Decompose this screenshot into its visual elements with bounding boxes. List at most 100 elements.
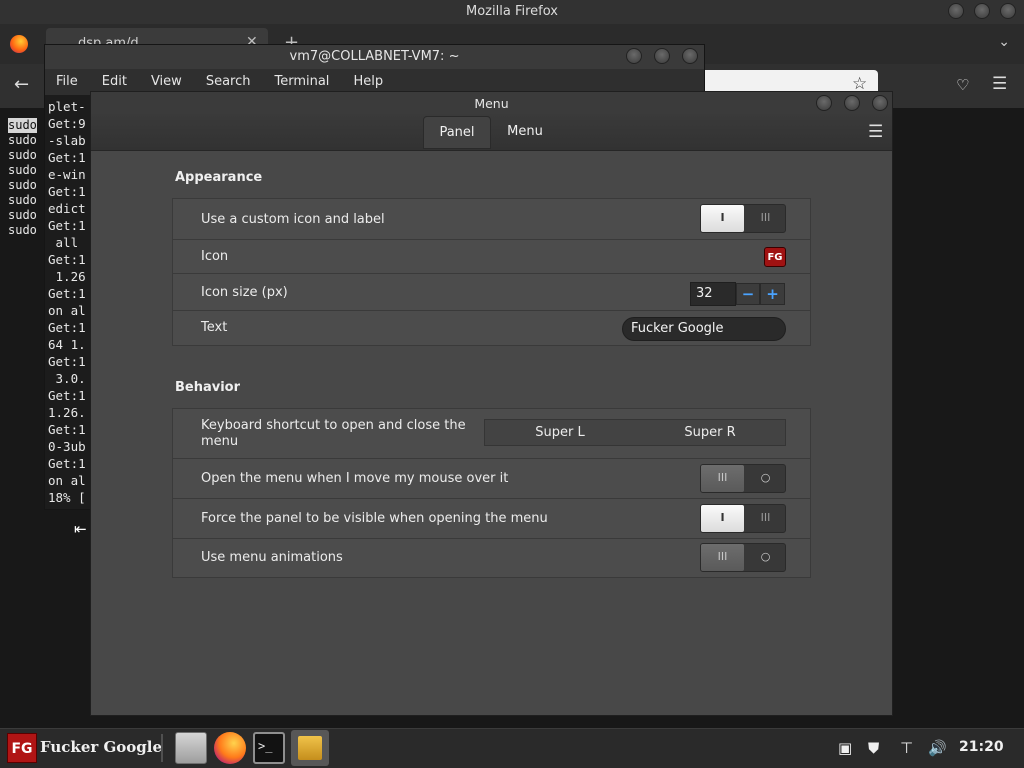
page-text-line: sudo [8, 163, 37, 177]
force-panel-switch[interactable]: I III [700, 504, 786, 533]
tab-panel[interactable]: Panel [423, 116, 491, 149]
terminal-window-controls [626, 48, 698, 64]
hamburger-menu-icon[interactable]: ☰ [868, 122, 883, 142]
app-menu-label[interactable]: Fucker Google [40, 738, 162, 756]
custom-icon-label: Use a custom icon and label [201, 212, 385, 227]
menu-close-button[interactable] [872, 95, 888, 111]
animations-label: Use menu animations [201, 550, 343, 565]
switch-lines-mark: III [717, 471, 728, 484]
menu-minimize-button[interactable] [816, 95, 832, 111]
icon-size-row: Icon size (px) 32 − + [173, 274, 810, 311]
terminal-menu-search[interactable]: Search [206, 74, 251, 89]
icon-size-increase-button[interactable]: + [760, 283, 785, 305]
menu-settings-window-controls [816, 95, 888, 111]
file-cabinet-icon[interactable] [175, 732, 207, 764]
page-text-line: sudo [8, 208, 37, 222]
animations-row: Use menu animations III ○ [173, 539, 810, 577]
terminal-line: Get:1 [48, 422, 86, 437]
text-row: Text Fucker Google [173, 311, 810, 345]
terminal-line: on al [48, 303, 86, 318]
settings-editor-icon [298, 736, 322, 760]
menu-settings-title: Menu [474, 96, 509, 111]
terminal-line: 0-3ub [48, 439, 86, 454]
terminal-line: -slab [48, 133, 86, 148]
terminal-line: 1.26 [48, 269, 86, 284]
hover-row: Open the menu when I move my mouse over … [173, 459, 810, 499]
icon-chooser-button[interactable]: FG [764, 247, 786, 267]
clipboard-icon[interactable]: ▣ [838, 739, 852, 757]
tab-menu[interactable]: Menu [492, 116, 558, 149]
clock[interactable]: 21:20 [959, 739, 1004, 755]
page-text-line: sudo [8, 118, 37, 133]
minimize-button[interactable] [948, 3, 964, 19]
tab-list-chevron-icon[interactable]: ⌄ [998, 34, 1010, 50]
firefox-page-text: sudo sudo sudo sudo sudo sudo sudo sudo [8, 118, 37, 238]
switch-circle-mark: ○ [760, 471, 771, 484]
firefox-logo-icon [10, 35, 28, 53]
text-input[interactable]: Fucker Google [622, 317, 786, 341]
switch-on-mark: I [720, 511, 725, 524]
terminal-menu-view[interactable]: View [151, 74, 182, 89]
shortcut-label: Keyboard shortcut to open and close the … [201, 418, 466, 449]
back-arrow-icon[interactable]: ← [14, 74, 29, 95]
terminal-line: 64 1. [48, 337, 86, 352]
menu-maximize-button[interactable] [844, 95, 860, 111]
custom-icon-row: Use a custom icon and label I III [173, 199, 810, 240]
force-panel-row: Force the panel to be visible when openi… [173, 499, 810, 539]
pocket-icon[interactable]: ♡ [956, 76, 969, 94]
terminal-line: edict [48, 201, 86, 216]
terminal-line: plet- [48, 99, 86, 114]
shortcut-row: Keyboard shortcut to open and close the … [173, 409, 810, 459]
terminal-line: Get:1 [48, 252, 86, 267]
shortcut-super-l-button[interactable]: Super L [485, 420, 635, 445]
icon-size-decrease-button[interactable]: − [736, 283, 760, 305]
shield-icon[interactable]: ⛊ [868, 739, 879, 757]
terminal-maximize-button[interactable] [654, 48, 670, 64]
page-text-line: sudo [8, 193, 37, 207]
terminal-line: Get:1 [48, 286, 86, 301]
page-text-line: sudo [8, 178, 37, 192]
terminal-line: 3.0. [48, 371, 86, 386]
appearance-heading: Appearance [175, 170, 263, 185]
app-menu-logo-icon[interactable]: FG [7, 733, 37, 763]
custom-icon-switch[interactable]: I III [700, 204, 786, 233]
terminal-line: all [48, 235, 86, 250]
terminal-line: Get:1 [48, 456, 86, 471]
behavior-heading: Behavior [175, 380, 241, 395]
terminal-line: e-win [48, 167, 86, 182]
terminal-menu: File Edit View Search Terminal Help [56, 74, 383, 89]
firefox-menu-icon[interactable]: ☰ [992, 74, 1007, 94]
volume-icon[interactable]: 🔊 [928, 739, 947, 757]
animations-switch[interactable]: III ○ [700, 543, 786, 572]
icon-size-input[interactable]: 32 [690, 282, 736, 306]
hover-switch[interactable]: III ○ [700, 464, 786, 493]
terminal-menu-edit[interactable]: Edit [102, 74, 127, 89]
terminal-menu-help[interactable]: Help [353, 74, 383, 89]
shortcut-super-r-button[interactable]: Super R [635, 420, 785, 445]
terminal-close-button[interactable] [682, 48, 698, 64]
switch-on-mark: I [720, 211, 725, 224]
terminal-title: vm7@COLLABNET-VM7: ~ [289, 49, 460, 64]
terminal-line: Get:1 [48, 354, 86, 369]
terminal-line: 1.26. [48, 405, 86, 420]
terminal-launcher-icon[interactable]: >_ [253, 732, 285, 764]
terminal-minimize-button[interactable] [626, 48, 642, 64]
firefox-launcher-icon[interactable] [214, 732, 246, 764]
shortcut-selector: Super L Super R [484, 419, 786, 446]
terminal-menu-file[interactable]: File [56, 74, 78, 89]
network-icon[interactable]: ⊤ [900, 739, 913, 757]
hover-label: Open the menu when I move my mouse over … [201, 471, 509, 486]
page-text-line: sudo [8, 223, 37, 237]
icon-size-label: Icon size (px) [201, 285, 288, 300]
firefox-window-title: Mozilla Firefox [466, 4, 558, 19]
maximize-button[interactable] [974, 3, 990, 19]
terminal-line: Get:1 [48, 388, 86, 403]
icon-row: Icon FG [173, 240, 810, 274]
terminal-line: Get:1 [48, 184, 86, 199]
behavior-group: Keyboard shortcut to open and close the … [172, 408, 811, 578]
terminal-menu-terminal[interactable]: Terminal [274, 74, 329, 89]
close-button[interactable] [1000, 3, 1016, 19]
page-text-line: sudo [8, 133, 37, 147]
terminal-line: Get:1 [48, 150, 86, 165]
terminal-line: Get:1 [48, 320, 86, 335]
